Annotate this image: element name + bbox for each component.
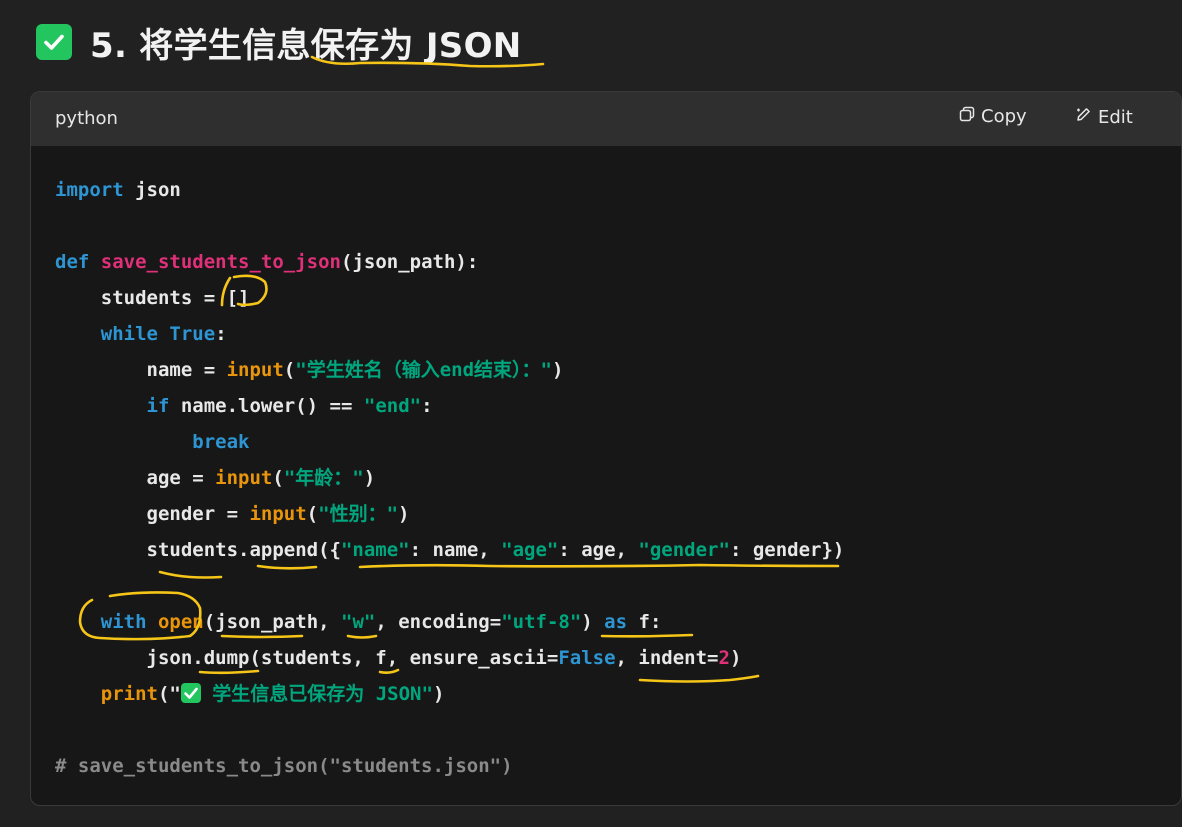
code-token: True — [169, 323, 216, 345]
code-token: name = — [55, 359, 227, 381]
code-token: as — [604, 611, 628, 633]
pencil-icon — [1075, 106, 1092, 128]
code-token: 2 — [718, 647, 730, 669]
code-token: (" — [157, 683, 181, 705]
edit-label: Edit — [1098, 106, 1133, 128]
code-token: gender = — [55, 503, 250, 525]
code-block: python Copy Edit import json def save_st… — [30, 91, 1182, 806]
code-token: : age, — [558, 539, 639, 561]
code-token: ) — [398, 503, 410, 525]
code-token: break — [192, 431, 250, 453]
code-token: with — [100, 611, 147, 633]
edit-button[interactable]: Edit — [1075, 106, 1133, 128]
code-token: "utf-8" — [501, 611, 582, 633]
code-token: , encoding= — [375, 611, 502, 633]
code-token: "name" — [340, 539, 410, 561]
code-line: def save_students_to_json(json_path): — [55, 244, 844, 280]
code-line: import json — [55, 172, 844, 208]
code-line: students = [] — [55, 280, 844, 316]
code-line: # save_students_to_json("students.json") — [55, 748, 844, 784]
code-token: "学生姓名（输入end结束）：" — [295, 359, 552, 381]
code-token: False — [558, 647, 616, 669]
code-line: print(" 学生信息已保存为 JSON") — [55, 676, 844, 712]
code-line: json.dump(students, f, ensure_ascii=Fals… — [55, 640, 844, 676]
code-token: f: — [627, 611, 662, 633]
code-token: : — [215, 323, 227, 345]
code-line: if name.lower() == "end": — [55, 388, 844, 424]
code-token: ( — [306, 503, 319, 525]
code-line: with open(json_path, "w", encoding="utf-… — [55, 604, 844, 640]
copy-button[interactable]: Copy — [959, 106, 1027, 127]
code-line: students.append({"name": name, "age": ag… — [55, 532, 845, 568]
code-token: ) — [551, 359, 564, 381]
code-token: "gender" — [638, 539, 730, 561]
code-content[interactable]: import json def save_students_to_json(js… — [55, 172, 844, 784]
code-token: ) — [363, 467, 376, 489]
code-line: while True: — [55, 316, 844, 352]
code-block-header: python Copy Edit — [31, 92, 1181, 146]
code-line: gender = input("性别：") — [55, 496, 844, 532]
code-token: input — [249, 503, 307, 525]
code-token: ) — [432, 683, 445, 705]
language-label: python — [55, 108, 118, 129]
code-token: 学生信息已保存为 JSON" — [200, 683, 433, 705]
code-token: if — [146, 395, 170, 417]
code-token: input — [215, 467, 273, 489]
code-token: name.lower() == — [169, 395, 364, 417]
code-token: import — [55, 179, 124, 201]
check-icon — [36, 24, 72, 60]
code-token: : name, — [409, 539, 502, 561]
code-token: "性别：" — [318, 503, 399, 525]
code-line: age = input("年龄：") — [55, 460, 844, 496]
code-token: ) — [729, 647, 742, 669]
code-token: def — [55, 251, 90, 273]
code-token: students = [] — [55, 287, 250, 309]
code-token: (json_path, — [203, 611, 342, 633]
code-token: : gender}) — [729, 539, 845, 561]
code-token: "w" — [341, 611, 376, 633]
code-token: open — [157, 611, 204, 633]
code-token: # save_students_to_json("students.json") — [55, 755, 513, 777]
code-token: ( — [272, 467, 284, 489]
code-token: while — [100, 323, 158, 345]
section-title: 5. 将学生信息保存为 JSON — [90, 25, 522, 66]
code-token: "年龄：" — [283, 467, 364, 489]
code-token: : — [421, 395, 433, 417]
code-token: age = — [55, 467, 216, 489]
code-line: name = input("学生姓名（输入end结束）：") — [55, 352, 844, 388]
code-token: "age" — [501, 539, 559, 561]
copy-label: Copy — [981, 106, 1027, 127]
code-token: "end" — [363, 395, 422, 417]
section-heading: 5. 将学生信息保存为 JSON — [36, 20, 522, 66]
code-token: json.dump(students, f, ensure_ascii= — [55, 647, 559, 669]
copy-icon — [959, 106, 975, 127]
code-token: input — [226, 359, 284, 381]
code-token: ( — [283, 359, 296, 381]
code-token: json — [123, 179, 181, 201]
code-token: (json_path): — [341, 251, 479, 273]
code-token: ) — [581, 611, 605, 633]
check-icon — [180, 683, 201, 703]
code-token: students.append({ — [55, 539, 341, 561]
code-line: break — [55, 424, 844, 460]
code-token: , indent= — [615, 647, 719, 669]
code-token: save_students_to_json — [100, 251, 341, 273]
code-token: print — [100, 683, 158, 705]
